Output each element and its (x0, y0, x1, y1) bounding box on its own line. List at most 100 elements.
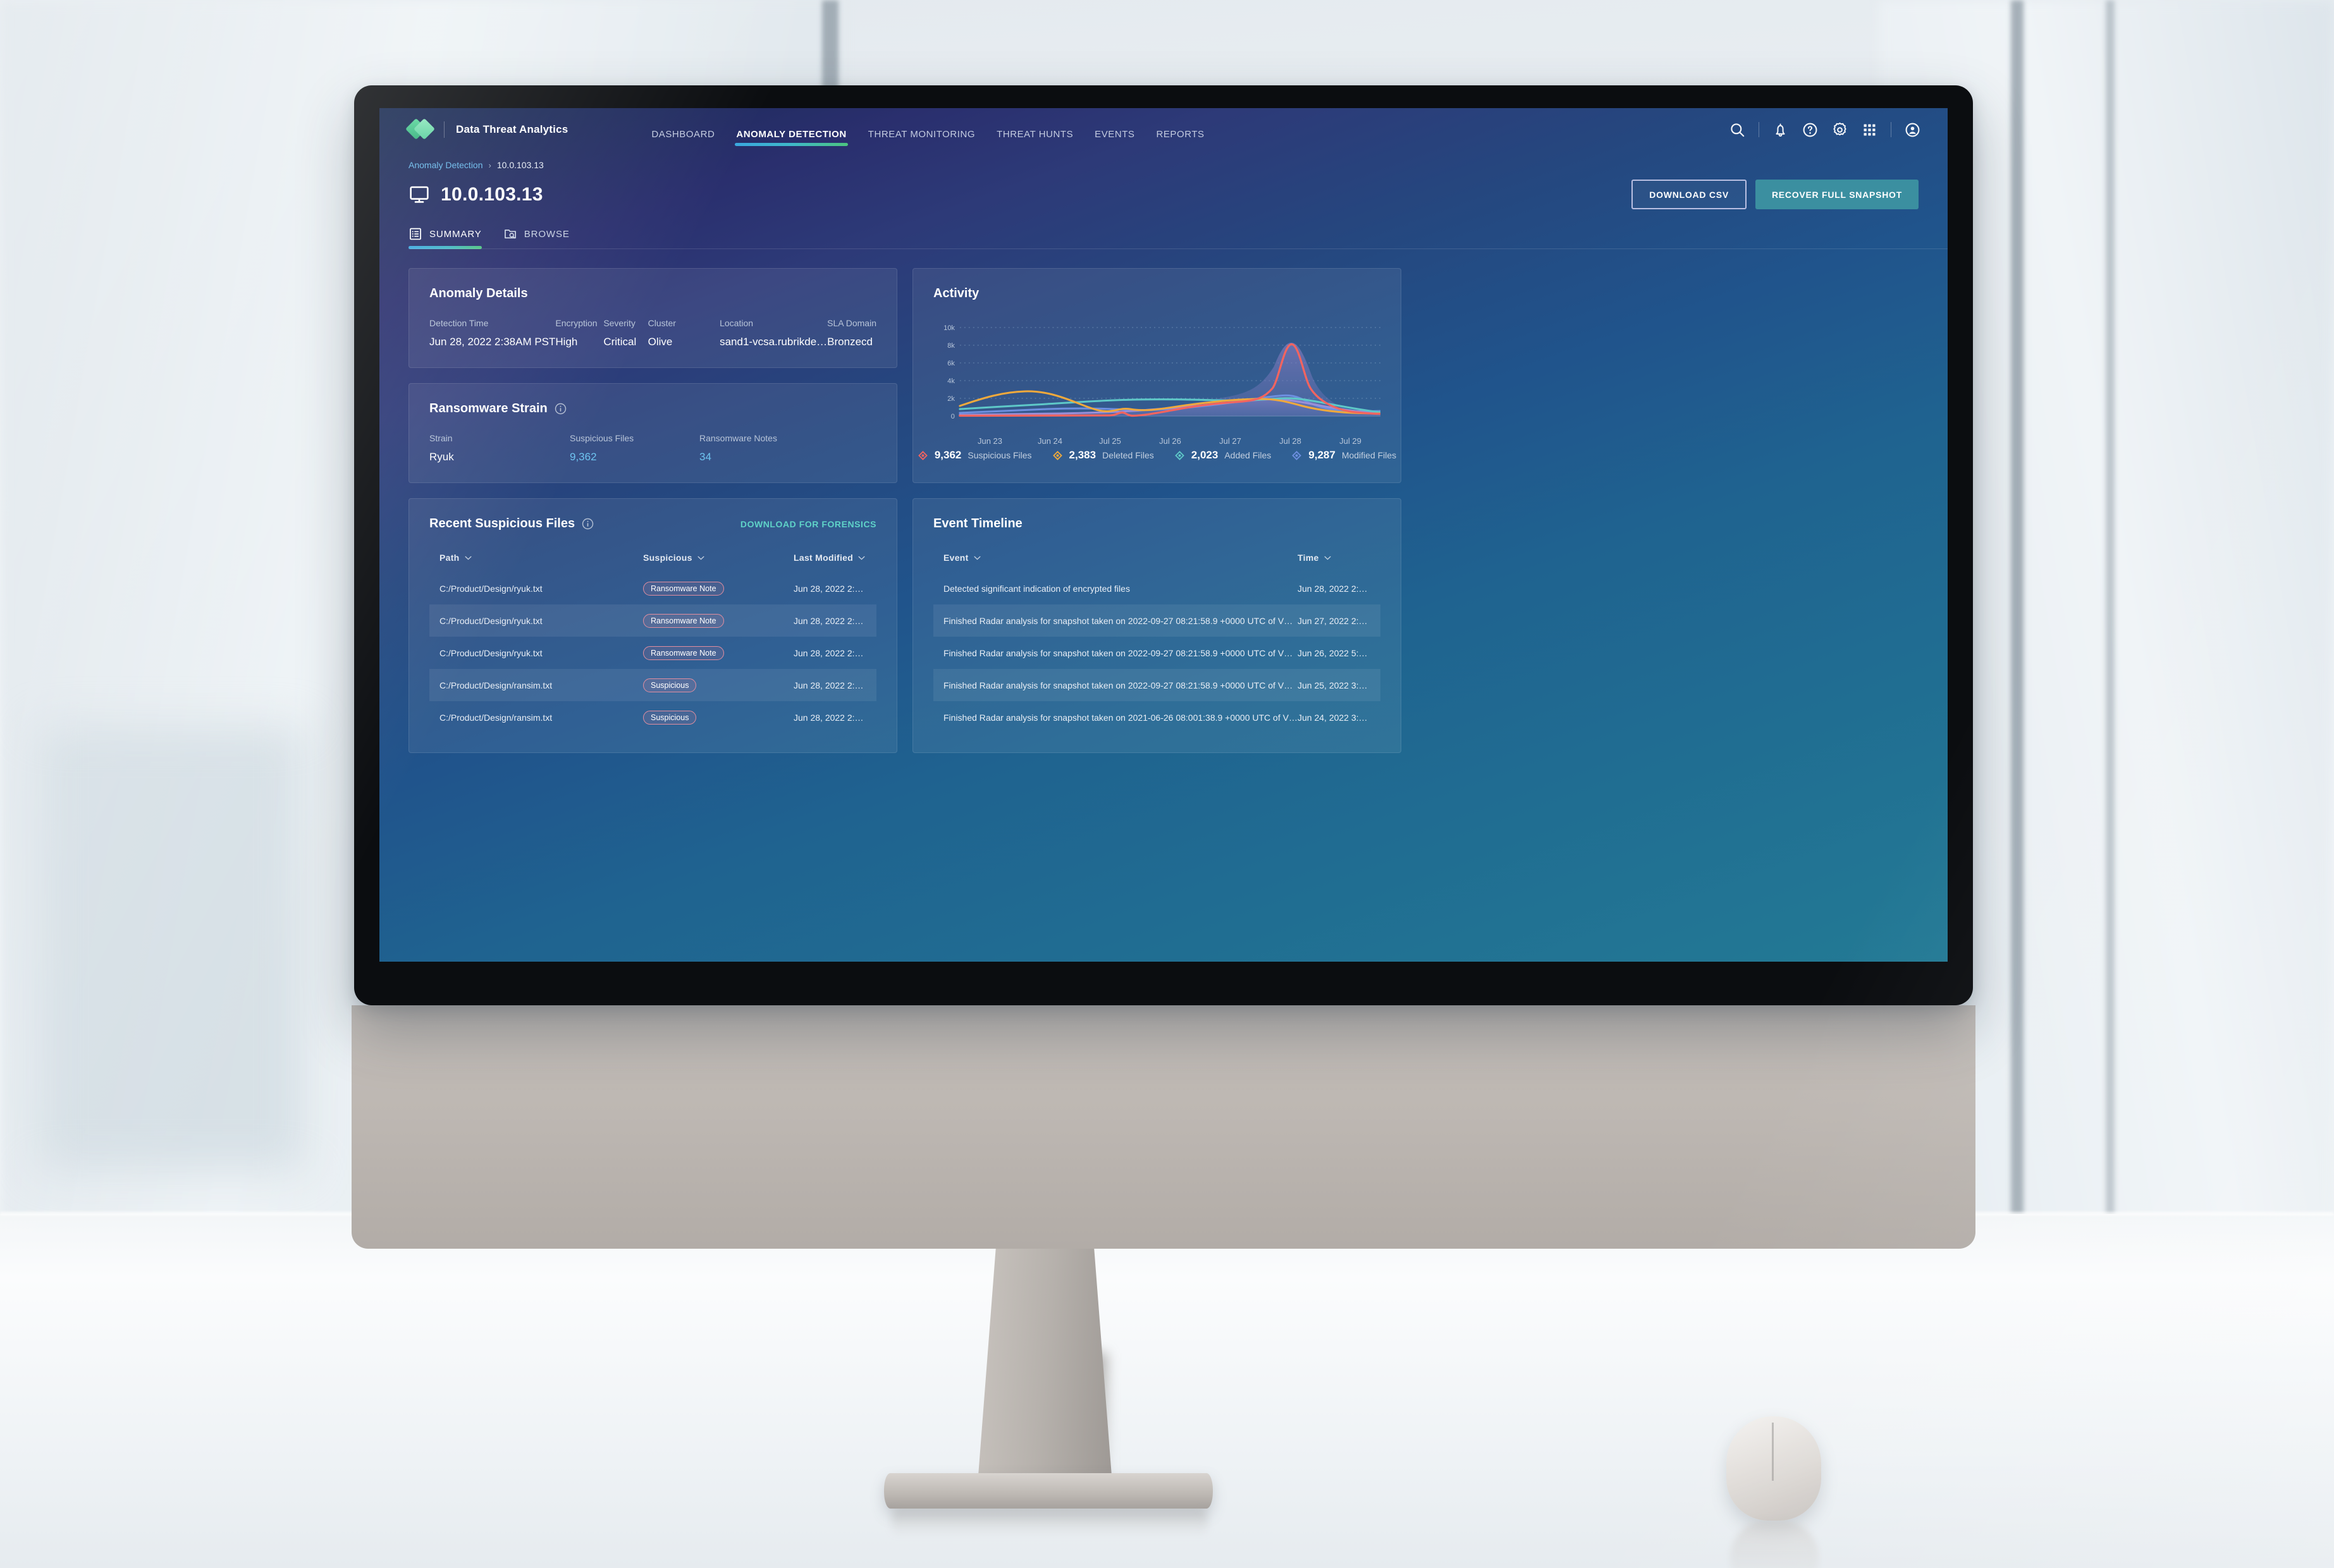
table-row[interactable]: C:/Product/Design/ransim.txt Suspicious … (429, 669, 876, 701)
download-for-forensics-link[interactable]: DOWNLOAD FOR FORENSICS (740, 519, 876, 529)
column-label: Last Modified (794, 553, 854, 563)
cell-last-modified: Jun 28, 2022 2:38AM (794, 583, 866, 594)
cell-path: C:/Product/Design/ryuk.txt (439, 647, 543, 658)
table-row[interactable]: C:/Product/Design/ryuk.txt Ransomware No… (429, 637, 876, 669)
field-label: Suspicious Files (570, 433, 634, 443)
legend-item-deleted-files[interactable]: 2,383 Deleted Files (1052, 449, 1154, 462)
legend-label: Deleted Files (1102, 450, 1154, 460)
column-header-time[interactable]: Time (1298, 553, 1370, 563)
field-cluster: Cluster Olive (648, 318, 720, 348)
legend-item-added-files[interactable]: 2,023 Added Files (1174, 449, 1271, 462)
activity-chart[interactable]: 10k 8k 6k 4k 2k 0 Jun 23 Jun 24 Jul 25 J… (933, 317, 1380, 446)
application-window: Data Threat Analytics DASHBOARD ANOMALY … (379, 108, 1948, 962)
column-header-suspicious[interactable]: Suspicious (643, 553, 794, 563)
legend-value: 9,287 (1308, 449, 1336, 461)
breadcrumb-parent-link[interactable]: Anomaly Detection (408, 160, 483, 170)
breadcrumb: Anomaly Detection › 10.0.103.13 (408, 160, 1919, 170)
field-label: Detection Time (429, 318, 489, 328)
x-tick: Jun 24 (1037, 436, 1063, 446)
cell-time: Jun 26, 2022 5:28AM (1298, 647, 1370, 658)
legend-item-suspicious-files[interactable]: 9,362 Suspicious Files (918, 449, 1032, 462)
info-icon[interactable] (555, 403, 567, 415)
tab-browse-label: BROWSE (524, 228, 570, 240)
brand-logo-area[interactable]: Data Threat Analytics (405, 118, 568, 140)
field-detection-time: Detection Time Jun 28, 2022 2:38AM PST (429, 318, 555, 348)
brand-name: Data Threat Analytics (456, 123, 568, 135)
field-value-link[interactable]: 34 (699, 451, 777, 463)
ransomware-strain-title-row: Ransomware Strain (429, 401, 876, 416)
tab-browse[interactable]: BROWSE (503, 227, 570, 249)
cell-path: C:/Product/Design/ryuk.txt (439, 615, 543, 626)
table-row[interactable]: Detected significant indication of encry… (933, 572, 1380, 604)
page-tabs: SUMMARY BROWSE (408, 227, 1948, 249)
nav-item-anomaly-detection[interactable]: ANOMALY DETECTION (735, 116, 849, 146)
table-row[interactable]: C:/Product/Design/ransim.txt Suspicious … (429, 701, 876, 733)
nav-item-dashboard[interactable]: DASHBOARD (650, 116, 716, 144)
column-header-path[interactable]: Path (439, 553, 643, 563)
nav-item-threat-hunts[interactable]: THREAT HUNTS (995, 116, 1074, 144)
anomaly-details-fields: Detection Time Jun 28, 2022 2:38AM PST E… (429, 318, 876, 348)
field-label: Ransomware Notes (699, 433, 777, 443)
column-label: Path (439, 553, 460, 563)
header-actions: DOWNLOAD CSV RECOVER FULL SNAPSHOT (1631, 180, 1919, 209)
nav-item-events[interactable]: EVENTS (1093, 116, 1136, 144)
svg-text:10k: 10k (943, 324, 955, 332)
tab-summary[interactable]: SUMMARY (408, 227, 482, 249)
info-icon[interactable] (582, 518, 594, 530)
table-row[interactable]: Finished Radar analysis for snapshot tak… (933, 604, 1380, 637)
field-value-link[interactable]: 9,362 (570, 451, 699, 463)
recent-files-table: Path Suspicious Last Modified C:/Product… (429, 553, 876, 733)
page-title: 10.0.103.13 (441, 183, 543, 205)
account-icon[interactable] (1904, 121, 1921, 138)
search-icon[interactable] (1729, 121, 1746, 138)
gear-icon[interactable] (1831, 121, 1848, 138)
list-summary-icon (410, 228, 421, 240)
cell-suspicious: Suspicious (643, 678, 794, 692)
dashboard-grid: Anomaly Details Detection Time Jun 28, 2… (379, 249, 1948, 753)
column-header-last-modified[interactable]: Last Modified (794, 553, 866, 563)
cell-path: C:/Product/Design/ransim.txt (439, 680, 553, 690)
nav-item-reports[interactable]: REPORTS (1155, 116, 1206, 144)
cell-suspicious: Suspicious (643, 710, 794, 725)
recent-files-title: Recent Suspicious Files (429, 517, 575, 530)
nav-item-threat-monitoring[interactable]: THREAT MONITORING (867, 116, 976, 144)
field-sla-domain: SLA Domain Bronzecd (827, 318, 876, 348)
table-row[interactable]: Finished Radar analysis for snapshot tak… (933, 701, 1380, 733)
cell-path: C:/Product/Design/ryuk.txt (439, 583, 543, 594)
legend-marker-icon (918, 450, 928, 460)
status-badge: Ransomware Note (643, 581, 724, 596)
column-header-event[interactable]: Event (943, 553, 1298, 563)
legend-label: Modified Files (1341, 450, 1397, 460)
x-tick: Jul 28 (1279, 436, 1301, 446)
column-label: Suspicious (643, 553, 692, 563)
x-tick: Jul 25 (1099, 436, 1121, 446)
cell-suspicious: Ransomware Note (643, 613, 794, 628)
cell-event: Finished Radar analysis for snapshot tak… (943, 712, 1298, 723)
bell-icon[interactable] (1772, 121, 1789, 138)
top-navigation-bar: Data Threat Analytics DASHBOARD ANOMALY … (379, 108, 1948, 151)
activity-chart-svg: 10k 8k 6k 4k 2k 0 (943, 324, 1380, 420)
field-value: Critical (603, 336, 637, 348)
download-csv-button[interactable]: DOWNLOAD CSV (1631, 180, 1747, 209)
cell-event: Finished Radar analysis for snapshot tak… (943, 615, 1298, 626)
legend-value: 9,362 (934, 449, 962, 461)
field-label: Encryption (555, 318, 598, 328)
table-row[interactable]: Finished Radar analysis for snapshot tak… (933, 669, 1380, 701)
help-icon[interactable] (1802, 121, 1819, 138)
cell-event: Finished Radar analysis for snapshot tak… (943, 647, 1298, 658)
cell-time: Jun 25, 2022 3:48PM (1298, 680, 1370, 690)
field-severity: Severity Critical (603, 318, 648, 348)
legend-item-modified-files[interactable]: 9,287 Modified Files (1291, 449, 1396, 462)
cell-time: Jun 24, 2022 3:48PM (1298, 712, 1370, 723)
chevron-down-icon (465, 556, 472, 560)
table-row[interactable]: C:/Product/Design/ryuk.txt Ransomware No… (429, 604, 876, 637)
field-value: Jun 28, 2022 2:38AM PST (429, 336, 556, 348)
breadcrumb-separator: › (488, 160, 491, 170)
computer-mouse (1726, 1416, 1821, 1521)
table-row[interactable]: C:/Product/Design/ryuk.txt Ransomware No… (429, 572, 876, 604)
recover-full-snapshot-button[interactable]: RECOVER FULL SNAPSHOT (1755, 180, 1919, 209)
svg-text:8k: 8k (947, 342, 955, 350)
x-tick: Jul 29 (1339, 436, 1361, 446)
apps-grid-icon[interactable] (1861, 121, 1878, 138)
table-row[interactable]: Finished Radar analysis for snapshot tak… (933, 637, 1380, 669)
